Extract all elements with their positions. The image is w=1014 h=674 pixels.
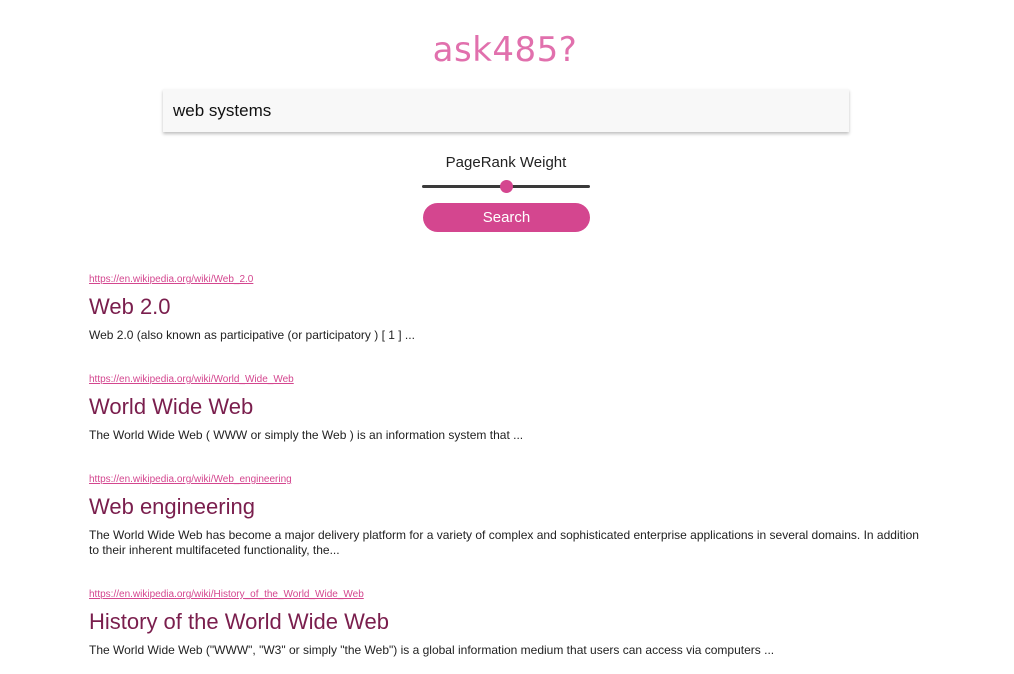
- results-list: https://en.wikipedia.org/wiki/Web_2.0 We…: [89, 273, 919, 674]
- result-item: https://en.wikipedia.org/wiki/Web_2.0 We…: [89, 273, 919, 343]
- search-input[interactable]: [163, 89, 849, 132]
- result-snippet: Web 2.0 (also known as participative (or…: [89, 328, 415, 342]
- result-url[interactable]: https://en.wikipedia.org/wiki/Web_engine…: [89, 473, 919, 487]
- result-url[interactable]: https://en.wikipedia.org/wiki/World_Wide…: [89, 373, 919, 387]
- result-item: https://en.wikipedia.org/wiki/World_Wide…: [89, 373, 919, 443]
- slider-thumb[interactable]: [500, 180, 513, 193]
- result-url[interactable]: https://en.wikipedia.org/wiki/Web_2.0: [89, 273, 919, 287]
- result-title[interactable]: Web engineering: [89, 493, 919, 521]
- result-snippet: The World Wide Web has become a major de…: [89, 528, 919, 557]
- pagerank-weight-slider[interactable]: [422, 176, 590, 196]
- result-snippet: The World Wide Web ("WWW", "W3" or simpl…: [89, 643, 775, 657]
- pagerank-weight-label: PageRank Weight: [445, 154, 567, 171]
- result-title[interactable]: History of the World Wide Web: [89, 608, 919, 636]
- result-item: https://en.wikipedia.org/wiki/Web_engine…: [89, 473, 919, 558]
- logo: ask485?: [432, 30, 578, 70]
- result-title[interactable]: Web 2.0: [89, 293, 919, 321]
- search-button[interactable]: Search: [423, 203, 590, 232]
- result-url[interactable]: https://en.wikipedia.org/wiki/History_of…: [89, 588, 919, 602]
- search-box: [163, 89, 849, 132]
- search-page: ask485? PageRank Weight Search https://e…: [0, 0, 1014, 674]
- result-snippet: The World Wide Web ( WWW or simply the W…: [89, 428, 524, 442]
- result-title[interactable]: World Wide Web: [89, 393, 919, 421]
- result-item: https://en.wikipedia.org/wiki/History_of…: [89, 588, 919, 658]
